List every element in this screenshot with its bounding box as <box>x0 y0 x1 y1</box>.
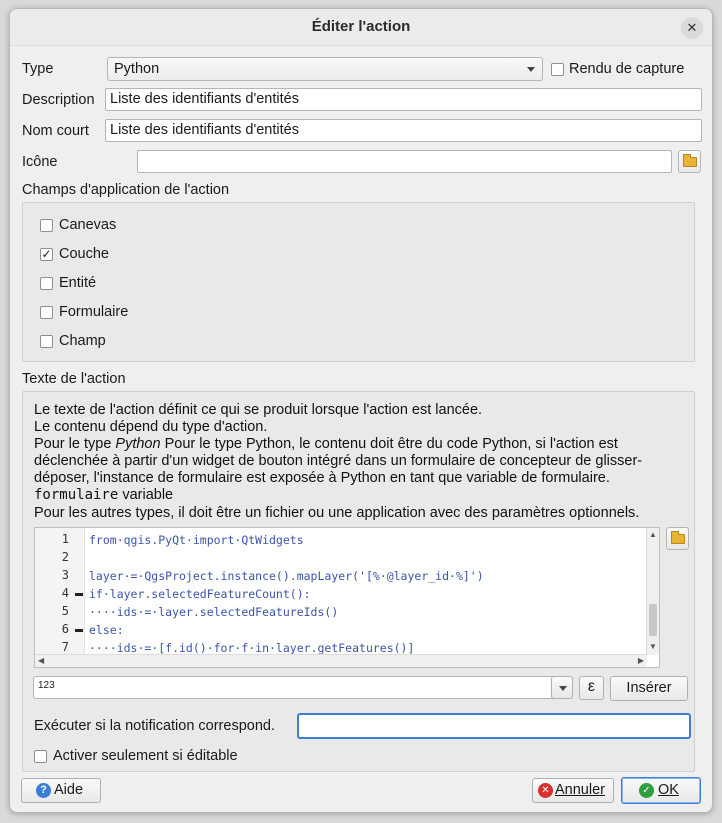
epsilon-icon: ε <box>587 678 596 695</box>
capture-checkbox[interactable] <box>551 63 564 76</box>
notification-label: Exécuter si la notification correspond. <box>34 718 275 734</box>
fold-marker-icon[interactable] <box>75 593 83 596</box>
editable-only-label: Activer seulement si éditable <box>53 748 238 764</box>
notification-input[interactable] <box>298 714 690 738</box>
scope-label-champ: Champ <box>59 333 106 349</box>
description-input[interactable]: Liste des identifiants d'entités <box>105 88 702 111</box>
code-browse-button[interactable] <box>666 527 689 550</box>
scroll-up-icon[interactable]: ▲ <box>649 530 657 539</box>
scroll-right-icon[interactable]: ▶ <box>638 656 644 665</box>
title-bar: Éditer l'action ✕ <box>10 9 712 46</box>
scope-label-entite: Entité <box>59 275 97 291</box>
code-line: ····ids·=·layer.selectedFeatureIds() <box>89 605 339 619</box>
shortname-input[interactable]: Liste des identifiants d'entités <box>105 119 702 142</box>
code-line: ····ids·=·[f.id()·for·f·in·layer.getFeat… <box>89 641 415 655</box>
code-line: if·layer.selectedFeatureCount(): <box>89 587 311 601</box>
ok-label: OK <box>658 782 679 798</box>
scopes-title: Champs d'application de l'action <box>22 182 230 198</box>
help-label: Aide <box>54 782 84 798</box>
chevron-down-icon <box>559 686 567 691</box>
help-line-4: déclenchée à partir d'un widget de bouto… <box>34 453 643 469</box>
scopes-group: Canevas ✓ Couche Entité Formulaire Champ <box>22 202 695 362</box>
help-line-3: Pour le type Python Pour le type Python,… <box>34 436 618 453</box>
ok-button[interactable]: ✓ OK <box>621 777 701 804</box>
vertical-scrollbar[interactable]: ▲ ▼ <box>646 528 659 655</box>
close-button[interactable]: ✕ <box>681 17 703 39</box>
expression-combobox[interactable]: 123 <box>33 676 573 699</box>
line-number: 6 <box>61 622 69 636</box>
line-number: 3 <box>61 568 69 582</box>
chevron-down-icon <box>527 67 535 72</box>
folder-icon <box>683 154 697 167</box>
action-text-title: Texte de l'action <box>22 371 126 387</box>
horizontal-scrollbar[interactable]: ◀ ▶ <box>35 654 647 667</box>
fold-marker-icon[interactable] <box>75 629 83 632</box>
scope-label-canevas: Canevas <box>59 217 117 233</box>
dialog-title: Éditer l'action <box>311 18 411 35</box>
code-editor[interactable]: 1 2 3 4 5 6 7 from·qgis.PyQt·import·QtWi… <box>34 527 660 668</box>
scope-checkbox-formulaire[interactable] <box>40 306 53 319</box>
checkmark-icon: ✓ <box>41 247 52 261</box>
editable-only-checkbox[interactable] <box>34 750 47 763</box>
cancel-label: Annuler <box>555 782 605 798</box>
help-line-6: formulaire variable <box>34 487 173 504</box>
expression-builder-button[interactable]: ε <box>579 676 604 700</box>
type-combobox[interactable]: Python <box>107 57 543 81</box>
icon-browse-button[interactable] <box>678 150 701 173</box>
code-line: layer·=·QgsProject.instance().mapLayer('… <box>89 569 484 583</box>
cancel-button[interactable]: ✕ Annuler <box>532 778 614 803</box>
icon-label: Icône <box>22 154 58 170</box>
folder-icon <box>671 531 685 544</box>
shortname-label: Nom court <box>22 123 89 139</box>
line-number: 1 <box>61 532 69 546</box>
edit-action-dialog: Éditer l'action ✕ Type Python Rendu de c… <box>9 8 713 813</box>
close-icon: ✕ <box>686 20 698 35</box>
help-button[interactable]: ? Aide <box>21 778 101 803</box>
action-text-group: Le texte de l'action définit ce qui se p… <box>22 391 695 772</box>
scroll-left-icon[interactable]: ◀ <box>38 656 44 665</box>
scope-checkbox-entite[interactable] <box>40 277 53 290</box>
expression-value: 123 <box>38 680 55 691</box>
help-line-1: Le texte de l'action définit ce qui se p… <box>34 402 483 418</box>
help-line-6-rest: variable <box>118 487 174 503</box>
scope-checkbox-couche[interactable]: ✓ <box>40 248 53 261</box>
line-number: 2 <box>61 550 69 564</box>
help-line-5: déposer, l'instance de formulaire est ex… <box>34 470 610 486</box>
help-line-3-rest: Pour le type Python, le contenu doit êtr… <box>160 436 618 452</box>
help-line-3-italic: Python <box>115 436 161 452</box>
help-line-2: Le contenu dépend du type d'action. <box>34 419 268 435</box>
icon-path-input[interactable] <box>137 150 672 173</box>
scope-checkbox-champ[interactable] <box>40 335 53 348</box>
type-value: Python <box>114 61 160 77</box>
description-label: Description <box>22 92 95 108</box>
help-icon: ? <box>36 783 51 798</box>
scope-label-couche: Couche <box>59 246 109 262</box>
line-number: 5 <box>61 604 69 618</box>
scrollbar-thumb[interactable] <box>649 604 657 636</box>
expression-dropdown-button[interactable] <box>551 676 573 699</box>
capture-label: Rendu de capture <box>569 61 685 77</box>
line-number: 4 <box>61 586 69 600</box>
type-label: Type <box>22 61 54 77</box>
line-number: 7 <box>61 640 69 654</box>
ok-icon: ✓ <box>639 783 654 798</box>
scope-label-formulaire: Formulaire <box>59 304 129 320</box>
code-line: else: <box>89 623 124 637</box>
help-line-7: Pour les autres types, il doit être un f… <box>34 505 640 521</box>
code-line: from·qgis.PyQt·import·QtWidgets <box>89 533 304 547</box>
scroll-down-icon[interactable]: ▼ <box>649 642 657 651</box>
scope-checkbox-canevas[interactable] <box>40 219 53 232</box>
help-line-6-mono: formulaire <box>34 487 119 503</box>
cancel-icon: ✕ <box>538 783 553 798</box>
insert-button[interactable]: Insérer <box>610 676 688 701</box>
help-line-3-prefix: Pour le type <box>34 436 116 452</box>
